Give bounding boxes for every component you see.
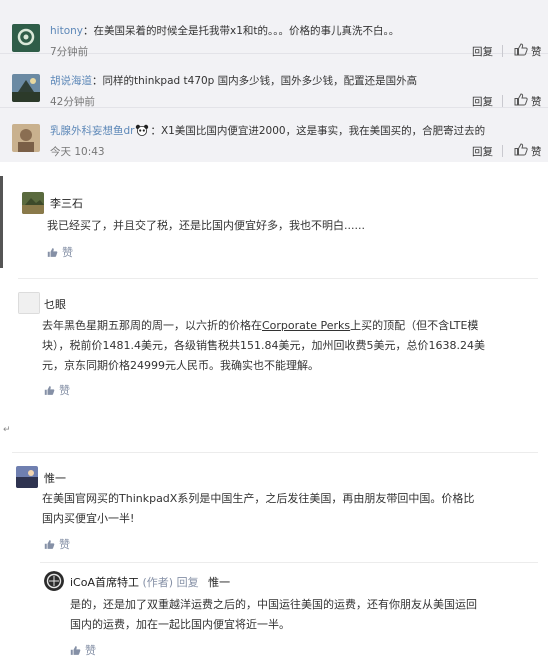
answer-body: 去年黑色星期五那周的周一，以六折的价格在Corporate Perks上买的顶配… xyxy=(42,319,485,372)
thumbs-up-icon[interactable] xyxy=(514,143,528,156)
thumbs-up-icon[interactable] xyxy=(514,93,528,106)
weibo-comment: 胡说海道：同样的thinkpad t470p 国内多少钱，国外多少钱，配置还是国… xyxy=(0,54,548,108)
divider xyxy=(40,562,538,563)
thumbs-up-icon xyxy=(70,645,81,655)
reply-header: iCoA首席特工 (作者) 回复 惟一 xyxy=(70,574,230,590)
user-avatar[interactable] xyxy=(18,292,40,314)
divider xyxy=(12,452,538,453)
reply-body: 是的，还是加了双重越洋运费之后的，中国运往美国的运费，还有你朋友从美国运回 国内… xyxy=(70,598,477,631)
like-label: 赞 xyxy=(59,538,70,551)
comment-text: ：在美国呆着的时候全是托我带x1和t的。。。价格的事儿真洗不白。。 xyxy=(82,25,400,37)
divider xyxy=(18,278,538,279)
comment-time: 今天 10:43 xyxy=(50,146,105,158)
thumbs-up-icon xyxy=(44,385,55,395)
user-avatar[interactable] xyxy=(12,124,40,152)
like-label: 赞 xyxy=(62,246,73,259)
weibo-comment-panel: hitony：在美国呆着的时候全是托我带x1和t的。。。价格的事儿真洗不白。。 … xyxy=(0,0,548,162)
reply-button[interactable]: 回复 xyxy=(472,144,493,159)
answer-author[interactable]: 乜眼 xyxy=(44,296,66,312)
author-tag: (作者) xyxy=(142,576,174,589)
user-avatar[interactable] xyxy=(22,192,44,214)
comment-username[interactable]: 胡说海道 xyxy=(50,75,92,87)
reply-word: 回复 xyxy=(176,576,199,589)
answer-author[interactable]: 惟一 xyxy=(44,470,66,486)
reply-target[interactable]: 惟一 xyxy=(208,576,230,589)
user-avatar[interactable] xyxy=(12,74,40,102)
comment-username[interactable]: hitony xyxy=(50,25,83,37)
like-button[interactable]: 赞 xyxy=(70,642,96,658)
like-label: 赞 xyxy=(59,384,70,397)
divider xyxy=(502,95,503,107)
user-avatar[interactable] xyxy=(16,466,38,488)
weibo-comment: hitony：在美国呆着的时候全是托我带x1和t的。。。价格的事儿真洗不白。。 … xyxy=(0,0,548,58)
quote-bar xyxy=(0,176,3,268)
like-button[interactable]: 赞 xyxy=(44,382,70,398)
like-button[interactable]: 赞 xyxy=(47,244,73,260)
reply-author[interactable]: iCoA首席特工 xyxy=(70,576,139,589)
thumbs-up-icon xyxy=(44,539,55,549)
weibo-comment: 乳腺外科妄想鱼dr ：X1美国比国内便宜进2000，这是事实，我在美国买的，合肥寄… xyxy=(0,108,548,162)
comment-text: ：X1美国比国内便宜进2000，这是事实，我在美国买的，合肥寄过去的 xyxy=(150,125,486,137)
like-button[interactable]: 赞 xyxy=(44,536,70,552)
comment-time: 42分钟前 xyxy=(50,96,95,108)
divider xyxy=(502,145,503,157)
user-avatar[interactable] xyxy=(12,24,40,52)
answer-body: 我已经买了，并且交了税，还是比国内便宜好多，我也不明白...... xyxy=(47,219,365,232)
like-button[interactable]: 赞 xyxy=(531,94,542,109)
like-button[interactable]: 赞 xyxy=(531,144,542,159)
like-label: 赞 xyxy=(85,644,96,657)
answer-author[interactable]: 李三石 xyxy=(50,195,83,211)
link-corporate-perks[interactable]: Corporate Perks xyxy=(262,319,350,332)
panda-emoji-icon xyxy=(136,124,149,136)
comment-text: ：同样的thinkpad t470p 国内多少钱，国外多少钱，配置还是国外高 xyxy=(92,75,418,87)
user-avatar[interactable] xyxy=(44,571,64,591)
return-mark: ↵ xyxy=(3,425,11,435)
comment-username[interactable]: 乳腺外科妄想鱼dr xyxy=(50,125,134,137)
thumbs-up-icon xyxy=(47,247,58,257)
reply-button[interactable]: 回复 xyxy=(472,94,493,109)
answer-body: 在美国官网买的ThinkpadX系列是中国生产，之后发往美国，再由朋友带回中国。… xyxy=(42,492,475,525)
